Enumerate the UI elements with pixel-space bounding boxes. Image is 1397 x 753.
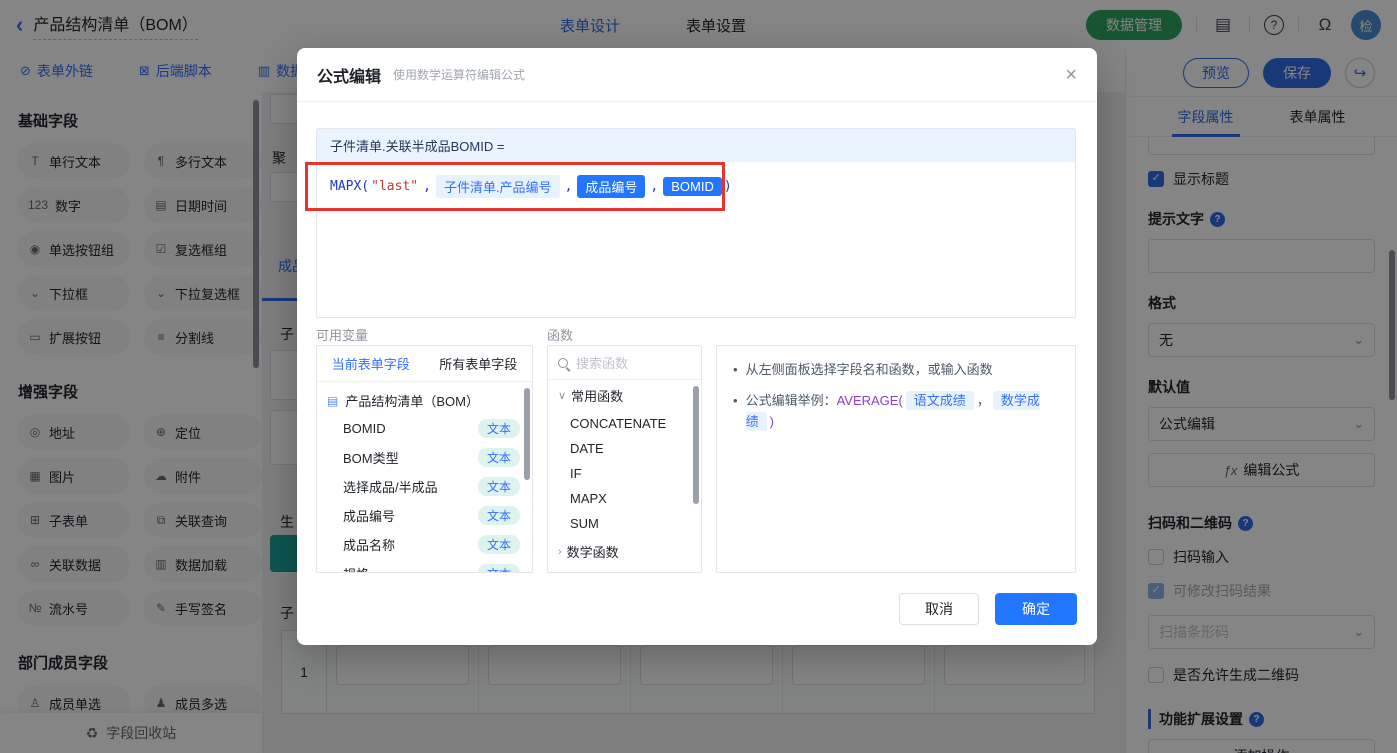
panels-row: 当前表单字段 所有表单字段 ▤ 产品结构清单（BOM） BOMID 文本	[316, 345, 1076, 573]
function-group-common[interactable]: ∨ 常用函数	[548, 380, 701, 411]
function-group-math[interactable]: › 数学函数	[548, 536, 701, 567]
help-body: • 从左侧面板选择字段名和函数，或输入函数 • 公式编辑举例：AVERAGE(语…	[717, 346, 1075, 456]
cancel-button[interactable]: 取消	[899, 593, 979, 625]
panel-labels: 可用变量 函数	[316, 325, 1076, 344]
variables-tabs: 当前表单字段 所有表单字段	[317, 346, 532, 382]
example-function-name: AVERAGE(	[837, 393, 903, 408]
variables-label: 可用变量	[316, 325, 547, 344]
function-item[interactable]: DATE	[548, 436, 701, 461]
example-comma: ，	[977, 393, 990, 408]
search-placeholder: 搜索函数	[576, 353, 628, 372]
app-root: ‹ 产品结构清单（BOM） 表单设计 表单设置 数据管理 ▤ Ω 检 ⊘ 表单外…	[0, 0, 1397, 753]
confirm-button[interactable]: 确定	[995, 593, 1077, 625]
formula-variable-pill[interactable]: 子件清单.产品编号	[436, 175, 560, 198]
variable-field-name: 规格	[343, 564, 369, 573]
example-field-pill: 语文成绩	[906, 391, 974, 410]
modal-header: 公式编辑 使用数学运算符编辑公式 ×	[297, 48, 1097, 102]
search-icon	[558, 358, 568, 368]
formula-comma: ,	[565, 179, 573, 194]
formula-string-arg: "last"	[371, 179, 418, 194]
functions-panel: 搜索函数 ∨ 常用函数 CONCATENATE DATE IF MAPX	[547, 345, 702, 573]
formula-variable-pill[interactable]: BOMID	[663, 177, 722, 196]
functions-label: 函数	[547, 325, 573, 344]
formula-comma: ,	[423, 179, 431, 194]
modal-subtitle: 使用数学运算符编辑公式	[393, 66, 525, 83]
tab-current-form-fields[interactable]: 当前表单字段	[332, 354, 410, 373]
formula-code-line[interactable]: MAPX( "last" , 子件清单.产品编号 , 成品编号 , BOMID …	[317, 162, 1075, 211]
help-line-1: • 从左侧面板选择字段名和函数，或输入函数	[733, 360, 1059, 381]
variable-field-name: BOMID	[343, 421, 386, 436]
modal-footer: 取消 确定	[899, 593, 1077, 625]
function-item[interactable]: SUM	[548, 511, 701, 536]
variable-field-name: 成品编号	[343, 506, 395, 525]
formula-close-paren: )	[724, 179, 732, 194]
variable-field-row[interactable]: 成品名称 文本	[317, 530, 532, 559]
function-item[interactable]: MAPX	[548, 486, 701, 511]
close-icon[interactable]: ×	[1065, 65, 1077, 85]
bullet-icon: •	[733, 391, 738, 412]
chevron-right-icon: ›	[558, 546, 562, 558]
help-panel: • 从左侧面板选择字段名和函数，或输入函数 • 公式编辑举例：AVERAGE(语…	[716, 345, 1076, 573]
chevron-down-icon: ∨	[558, 389, 566, 402]
function-item[interactable]: CONCATENATE	[548, 411, 701, 436]
document-icon: ▤	[327, 394, 338, 408]
formula-variable-pill[interactable]: 成品编号	[577, 175, 645, 198]
bullet-icon: •	[733, 360, 738, 381]
variable-field-row[interactable]: 成品编号 文本	[317, 501, 532, 530]
variable-field-name: 成品名称	[343, 535, 395, 554]
variable-field-type-tag: 文本	[478, 506, 520, 525]
formula-function: MAPX(	[330, 179, 369, 194]
formula-comma: ,	[650, 179, 658, 194]
function-item[interactable]: IF	[548, 461, 701, 486]
formula-editor-modal: 公式编辑 使用数学运算符编辑公式 × 子件清单.关联半成品BOMID = MAP…	[297, 48, 1097, 645]
variable-field-name: 选择成品/半成品	[343, 477, 438, 496]
variables-panel: 当前表单字段 所有表单字段 ▤ 产品结构清单（BOM） BOMID 文本	[316, 345, 533, 573]
example-close-paren: )	[770, 414, 774, 429]
function-group-text[interactable]: › 文本函数	[548, 567, 701, 573]
variable-field-type-tag: 文本	[478, 535, 520, 554]
variables-tree-root[interactable]: ▤ 产品结构清单（BOM）	[317, 382, 532, 414]
modal-title: 公式编辑	[317, 63, 381, 87]
formula-target-line: 子件清单.关联半成品BOMID =	[317, 129, 1075, 162]
variable-field-row[interactable]: BOMID 文本	[317, 414, 532, 443]
variable-field-type-tag: 文本	[478, 564, 520, 573]
variables-list: BOMID 文本 BOM类型 文本 选择成品/半成品 文本	[317, 414, 532, 573]
variable-field-type-tag: 文本	[478, 477, 520, 496]
variable-field-row[interactable]: 规格 文本	[317, 559, 532, 573]
variable-field-type-tag: 文本	[478, 448, 520, 467]
variable-field-name: BOM类型	[343, 448, 399, 467]
formula-editor-box: 子件清单.关联半成品BOMID = MAPX( "last" , 子件清单.产品…	[316, 128, 1076, 318]
functions-scrollbar[interactable]	[693, 386, 699, 504]
help-example: 公式编辑举例：AVERAGE(语文成绩，数学成绩)	[746, 391, 1059, 433]
tab-all-form-fields[interactable]: 所有表单字段	[439, 354, 517, 373]
variables-scrollbar[interactable]	[524, 388, 530, 480]
variable-field-row[interactable]: BOM类型 文本	[317, 443, 532, 472]
function-search[interactable]: 搜索函数	[548, 346, 701, 380]
help-line-2: • 公式编辑举例：AVERAGE(语文成绩，数学成绩)	[733, 391, 1059, 433]
variable-field-row[interactable]: 选择成品/半成品 文本	[317, 472, 532, 501]
variable-field-type-tag: 文本	[478, 419, 520, 438]
function-items: CONCATENATE DATE IF MAPX SUM	[548, 411, 701, 536]
